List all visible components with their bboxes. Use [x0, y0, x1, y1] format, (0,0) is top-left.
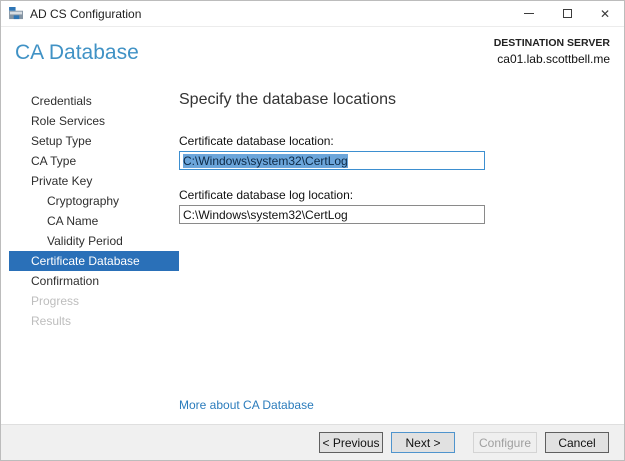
sidebar-item-certificate-database[interactable]: Certificate Database [9, 251, 179, 271]
minimize-button[interactable] [510, 1, 548, 26]
adcs-wizard-icon [9, 7, 24, 20]
certificate-database-log-location-input[interactable]: C:\Windows\system32\CertLog [179, 205, 485, 224]
cancel-button[interactable]: Cancel [545, 432, 609, 453]
destination-server-block: DESTINATION SERVER ca01.lab.scottbell.me [494, 37, 610, 85]
configure-button: Configure [473, 432, 537, 453]
sidebar-item-credentials[interactable]: Credentials [1, 91, 179, 111]
page-title: CA Database [15, 41, 139, 64]
window-title: AD CS Configuration [30, 6, 142, 21]
selected-input-text: C:\Windows\system32\CertLog [183, 153, 348, 168]
main-content: Specify the database locations Certifica… [179, 85, 624, 424]
certificate-database-location-label: Certificate database location: [179, 134, 334, 148]
adcs-configuration-window: AD CS Configuration ✕ CA Database DESTIN… [0, 0, 625, 461]
titlebar: AD CS Configuration ✕ [1, 1, 624, 27]
next-button[interactable]: Next > [391, 432, 455, 453]
sidebar-item-private-key[interactable]: Private Key [1, 171, 179, 191]
certificate-database-log-location-label: Certificate database log location: [179, 188, 354, 202]
maximize-button[interactable] [548, 1, 586, 26]
certificate-database-location-input[interactable]: C:\Windows\system32\CertLog [179, 151, 485, 170]
close-icon: ✕ [599, 6, 611, 21]
minimize-icon [524, 13, 534, 14]
close-button[interactable]: ✕ [586, 1, 624, 26]
maximize-icon [562, 9, 572, 18]
wizard-steps-sidebar: Credentials Role Services Setup Type CA … [1, 85, 179, 424]
sidebar-item-ca-name[interactable]: CA Name [1, 211, 179, 231]
sidebar-item-confirmation[interactable]: Confirmation [1, 271, 179, 291]
sidebar-item-progress: Progress [31, 294, 80, 308]
destination-server-label: DESTINATION SERVER [493, 37, 610, 49]
sidebar-item-validity-period[interactable]: Validity Period [1, 231, 179, 251]
sidebar-item-ca-type[interactable]: CA Type [1, 151, 179, 171]
previous-button[interactable]: < Previous [319, 432, 383, 453]
wizard-body: Credentials Role Services Setup Type CA … [1, 85, 624, 424]
sidebar-item-cryptography[interactable]: Cryptography [1, 191, 179, 211]
sidebar-item-setup-type[interactable]: Setup Type [1, 131, 179, 151]
input-text: C:\Windows\system32\CertLog [183, 207, 348, 222]
wizard-header: CA Database DESTINATION SERVER ca01.lab.… [1, 27, 624, 85]
sidebar-item-role-services[interactable]: Role Services [1, 111, 179, 131]
window-controls: ✕ [510, 1, 624, 26]
destination-server-name: ca01.lab.scottbell.me [497, 52, 610, 66]
more-about-ca-database-link[interactable]: More about CA Database [179, 398, 314, 412]
content-heading: Specify the database locations [179, 91, 397, 108]
wizard-footer: < Previous Next > Configure Cancel [1, 424, 624, 460]
sidebar-item-results: Results [31, 314, 72, 328]
